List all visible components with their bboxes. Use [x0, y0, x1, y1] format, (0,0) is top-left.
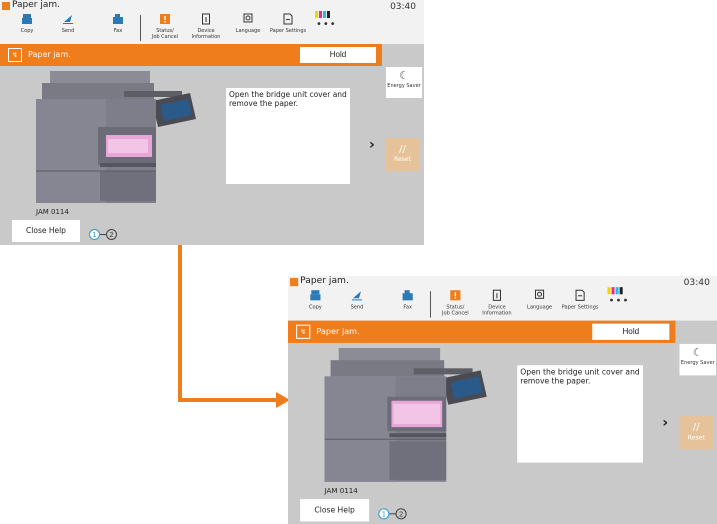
fax-label: Fax: [113, 28, 123, 34]
error-header-bar: ↯ Paper jam. Hold: [288, 320, 676, 343]
step-2-indicator: 2: [395, 508, 407, 520]
step-2-indicator: 2: [106, 229, 117, 240]
language-label: Language: [527, 304, 553, 311]
paper-settings-icon: [283, 13, 293, 25]
toner-yellow: [607, 287, 611, 295]
fax-button[interactable]: Fax: [387, 289, 428, 310]
toner-magenta: [611, 287, 615, 295]
device-information-button[interactable]: Device Information: [186, 13, 226, 40]
flow-arrow-horizontal: [178, 398, 276, 402]
fax-icon: [402, 290, 413, 301]
send-button[interactable]: Send: [48, 13, 88, 34]
paper-jam-icon: ↯: [296, 324, 311, 339]
header-title: Paper jam.: [316, 326, 360, 336]
status-job-cancel-button[interactable]: Status/ Job Cancel: [145, 13, 185, 40]
energy-saver-label: Energy Saver: [387, 83, 421, 89]
status-alert-icon: [160, 14, 170, 24]
instruction-text: Open the bridge unit cover and remove th…: [517, 365, 643, 463]
send-button[interactable]: Send: [337, 289, 378, 310]
language-button[interactable]: Language: [519, 289, 560, 310]
status-label-2: Job Cancel: [442, 310, 469, 317]
language-icon: [534, 289, 545, 299]
reset-button[interactable]: // Reset: [386, 138, 419, 171]
fax-label: Fax: [403, 304, 412, 311]
header-title: Paper jam.: [28, 50, 71, 59]
fax-icon: [113, 14, 123, 24]
toolbar-divider: [140, 15, 141, 41]
status-message: Paper jam.: [12, 0, 60, 10]
send-label: Send: [350, 304, 364, 311]
toner-black: [327, 11, 330, 18]
more-menu-button[interactable]: •••: [316, 19, 337, 30]
next-page-chevron-icon[interactable]: ›: [369, 137, 375, 153]
reset-icon: //: [399, 144, 406, 155]
energy-saver-button[interactable]: ☾ Energy Saver: [679, 343, 716, 376]
status-alert-icon: [450, 290, 461, 301]
paper-settings-button[interactable]: Paper Settings: [268, 13, 308, 34]
device-information-button[interactable]: Device Information: [477, 289, 518, 317]
copy-button[interactable]: Copy: [7, 13, 47, 34]
instruction-text: Open the bridge unit cover and remove th…: [226, 88, 350, 184]
paper-settings-label: Paper Settings: [561, 304, 599, 311]
device-label-2: Information: [191, 34, 221, 40]
reset-label: Reset: [394, 156, 411, 163]
send-icon: [351, 291, 363, 301]
copy-button[interactable]: Copy: [295, 289, 336, 310]
paper-settings-icon: [575, 289, 585, 301]
copy-icon: [310, 290, 321, 301]
toner-cyan: [323, 11, 326, 18]
more-menu-button[interactable]: •••: [608, 295, 629, 306]
paper-jam-icon: ↯: [8, 48, 22, 62]
printer-illustration: [36, 71, 196, 203]
step-indicator: 12: [89, 224, 117, 243]
reset-label: Reset: [687, 434, 705, 442]
hold-button[interactable]: Hold: [300, 47, 376, 63]
panel-step-2: Paper jam. 03:40 Copy Send Fax Status/ J…: [288, 276, 717, 524]
moon-icon: ☾: [692, 345, 703, 360]
panel-step-1: Paper jam. 03:40 Copy Send Fax Status/ J…: [0, 0, 424, 245]
clock: 03:40: [390, 2, 416, 12]
language-button[interactable]: Language: [228, 13, 268, 34]
moon-icon: ☾: [399, 69, 409, 82]
paper-settings-label: Paper Settings: [269, 28, 307, 34]
copy-label: Copy: [20, 28, 34, 34]
send-label: Send: [61, 28, 75, 34]
close-help-button[interactable]: Close Help: [300, 499, 370, 522]
jam-code: JAM 0114: [36, 208, 69, 216]
toolbar-divider: [429, 291, 432, 318]
jam-code: JAM 0114: [324, 486, 358, 496]
copy-icon: [22, 14, 32, 24]
paper-settings-button[interactable]: Paper Settings: [560, 289, 601, 310]
reset-icon: //: [692, 422, 700, 434]
language-label: Language: [235, 28, 261, 34]
flow-arrow-vertical: [178, 245, 182, 401]
error-header-bar: ↯ Paper jam. Hold: [0, 44, 382, 66]
printer-illustration: [324, 348, 487, 482]
toner-cyan: [615, 287, 619, 295]
status-label-2: Job Cancel: [151, 34, 179, 40]
energy-saver-label: Energy Saver: [680, 360, 715, 367]
status-job-cancel-button[interactable]: Status/ Job Cancel: [435, 289, 476, 317]
energy-saver-button[interactable]: ☾ Energy Saver: [386, 67, 422, 98]
toner-black: [619, 287, 623, 295]
toner-indicator: [315, 3, 331, 18]
clock: 03:40: [683, 278, 710, 289]
send-icon: [63, 15, 73, 24]
device-info-icon: [492, 289, 501, 301]
step-1-indicator: 1: [89, 229, 100, 240]
copy-label: Copy: [308, 304, 322, 311]
status-message: Paper jam.: [300, 276, 349, 287]
toner-yellow: [315, 11, 318, 18]
reset-button[interactable]: // Reset: [679, 415, 713, 450]
hold-button[interactable]: Hold: [592, 323, 670, 340]
toner-magenta: [319, 11, 322, 18]
toner-indicator: [607, 279, 623, 295]
step-1-indicator: 1: [378, 508, 390, 520]
device-label-2: Information: [482, 310, 512, 317]
next-page-chevron-icon[interactable]: ›: [662, 415, 668, 431]
fax-button[interactable]: Fax: [98, 13, 138, 34]
close-help-button[interactable]: Close Help: [12, 220, 80, 242]
language-icon: [243, 13, 253, 23]
device-info-icon: [202, 13, 210, 25]
